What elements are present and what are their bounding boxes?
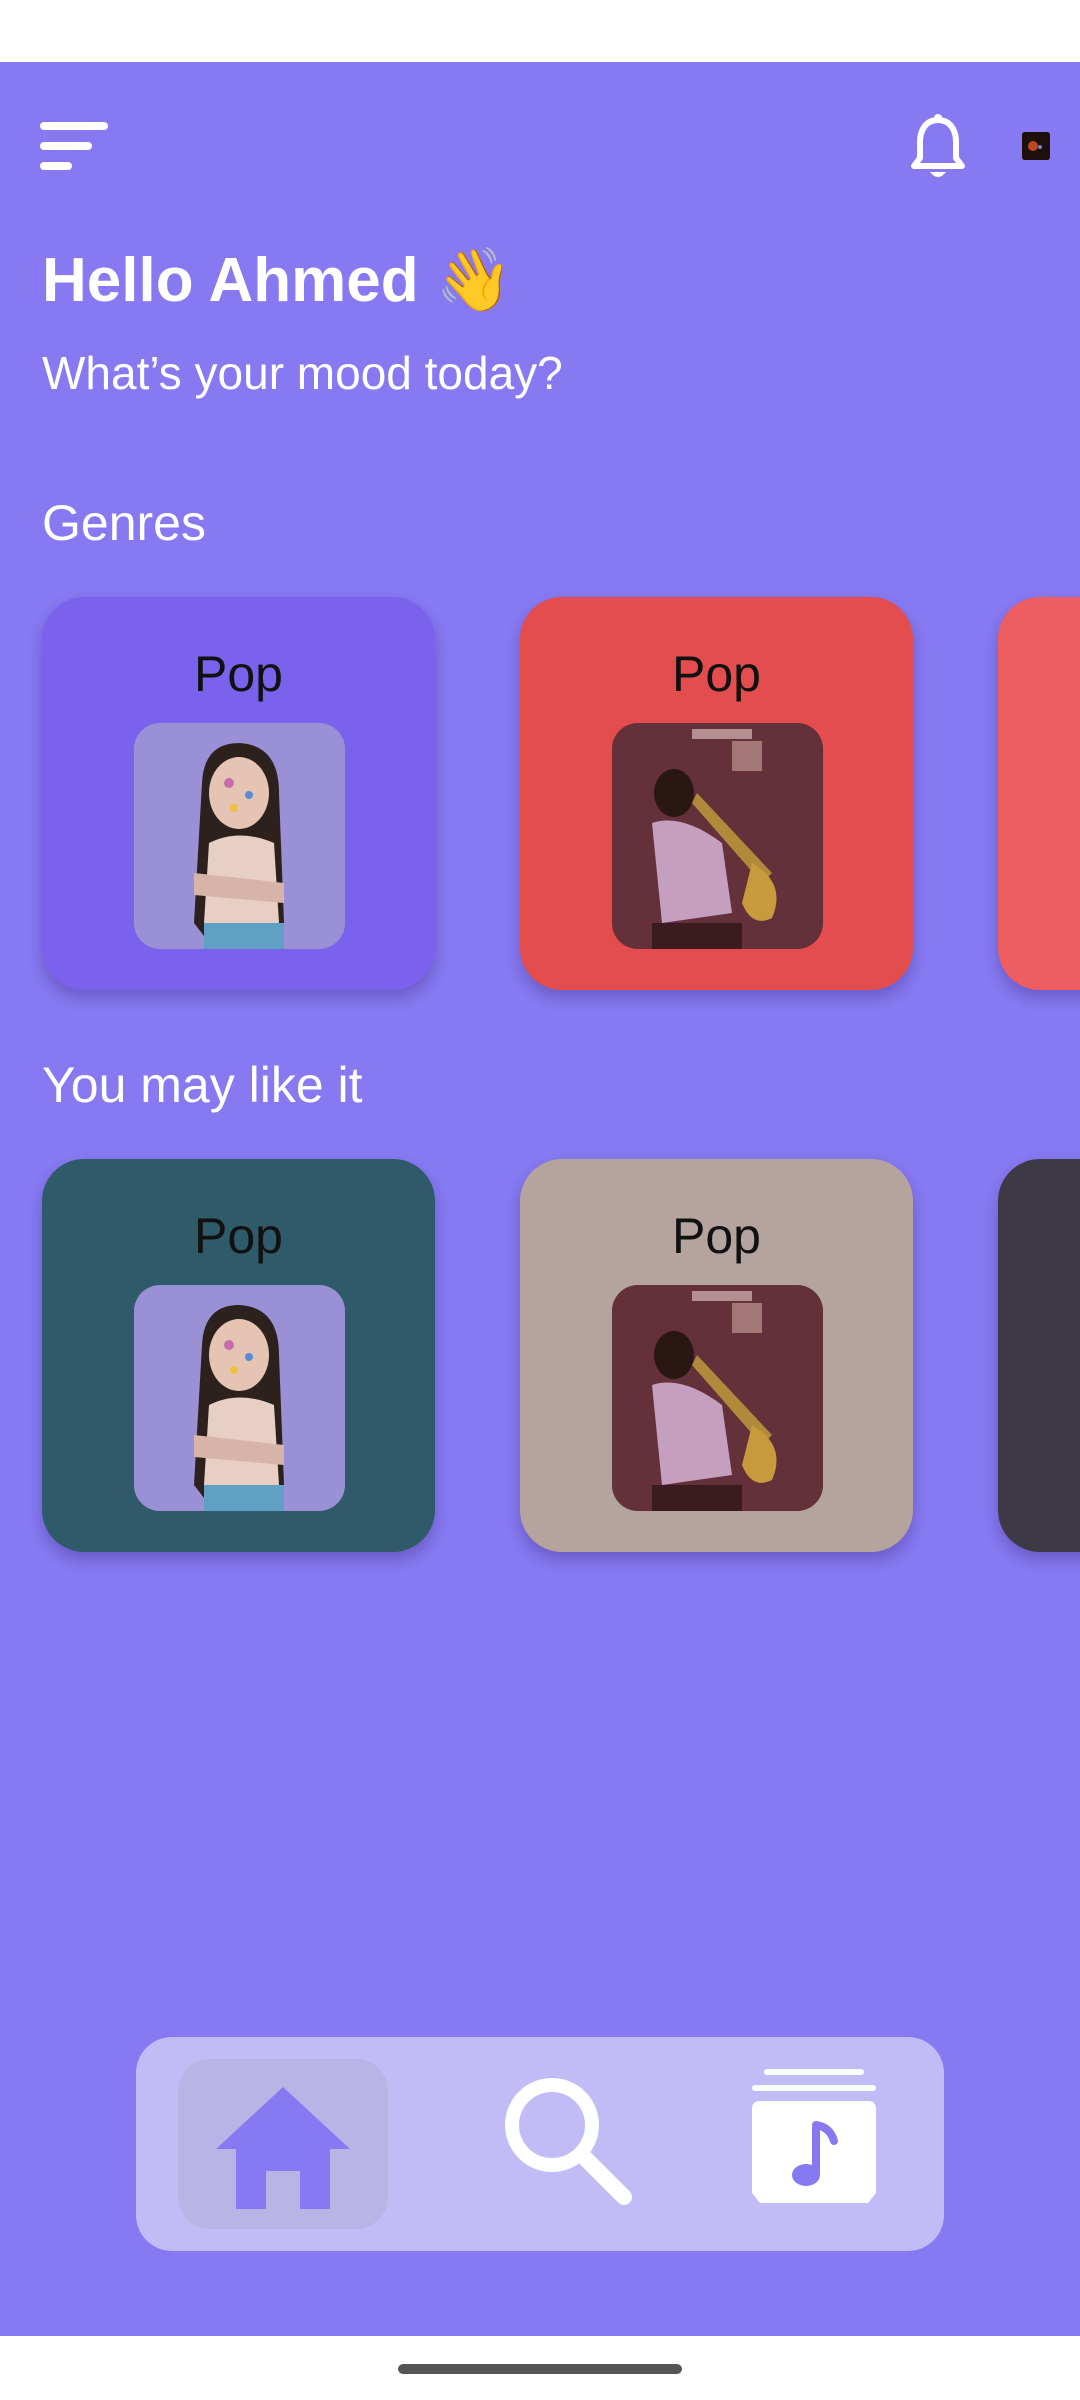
genre-card[interactable]: [998, 597, 1080, 990]
nav-library-button[interactable]: [746, 2065, 896, 2225]
album-cover-image: [612, 1285, 823, 1511]
recommendations-row: Pop Pop: [0, 1159, 1080, 1559]
album-cover-image: [134, 723, 345, 949]
card-label: Pop: [194, 1208, 283, 1264]
section-title-you-may-like: You may like it: [42, 1057, 363, 1113]
nav-home-button[interactable]: [178, 2059, 388, 2229]
home-gesture-handle[interactable]: [398, 2364, 682, 2374]
recommendation-card[interactable]: [998, 1159, 1080, 1552]
music-library-icon: [752, 2069, 876, 2203]
recommendation-card[interactable]: Pop: [520, 1159, 913, 1552]
card-label: Pop: [194, 646, 283, 702]
bell-icon[interactable]: [908, 112, 968, 184]
album-cover-image: [612, 723, 823, 949]
app-screen: Hello Ahmed 👋 What’s your mood today? Ge…: [0, 62, 1080, 2336]
greeting-subtitle: What’s your mood today?: [42, 347, 563, 399]
card-label: Pop: [672, 1208, 761, 1264]
home-icon: [216, 2087, 350, 2209]
album-cover-image: [134, 1285, 345, 1511]
menu-icon[interactable]: [36, 118, 112, 178]
section-title-genres: Genres: [42, 495, 206, 551]
search-icon: [505, 2078, 632, 2205]
greeting-title: Hello Ahmed 👋: [42, 246, 514, 315]
genre-card[interactable]: Pop: [520, 597, 913, 990]
genres-row: Pop Pop: [0, 597, 1080, 997]
card-label: Pop: [672, 646, 761, 702]
genre-card[interactable]: Pop: [42, 597, 435, 990]
status-bar: [0, 0, 1080, 62]
avatar[interactable]: [1022, 132, 1050, 160]
nav-search-button[interactable]: [494, 2067, 644, 2217]
recommendation-card[interactable]: Pop: [42, 1159, 435, 1552]
bottom-navigation: [136, 2037, 944, 2251]
